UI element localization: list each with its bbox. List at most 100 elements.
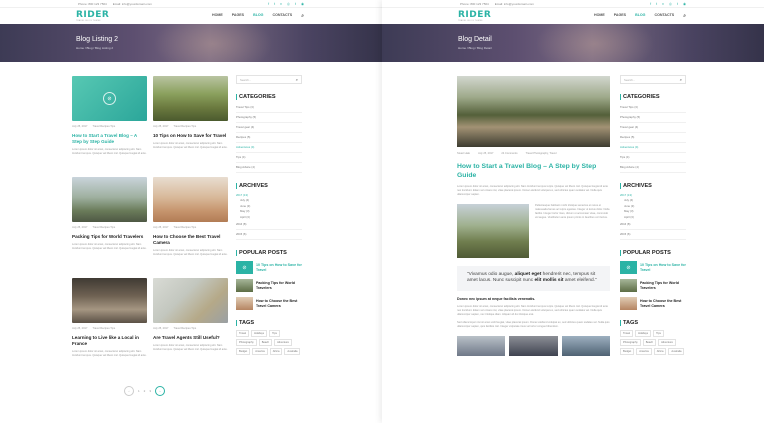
popular-post[interactable]: ⊘ 10 Tips on How to Save for Travel bbox=[620, 261, 686, 274]
tag[interactable]: Budget bbox=[236, 348, 251, 355]
menu-blog[interactable]: BLOG bbox=[635, 13, 645, 19]
popular-post[interactable]: How to Choose the Best Travel Camera bbox=[236, 297, 302, 310]
menu-home[interactable]: HOME bbox=[594, 13, 605, 19]
tumblr-icon[interactable]: t bbox=[677, 2, 678, 6]
popular-post[interactable]: ⊘ 10 Tips on How to Save for Travel bbox=[236, 261, 302, 274]
post-thumbnail[interactable] bbox=[153, 177, 228, 222]
post-card[interactable]: July 25, 2017 Travel Recipes Tips Packing… bbox=[72, 177, 147, 251]
post-thumbnail[interactable] bbox=[153, 76, 228, 121]
vimeo-icon[interactable]: v bbox=[662, 2, 664, 6]
tag[interactable]: Beach bbox=[258, 339, 273, 346]
category-item[interactable]: Tips (4) bbox=[236, 153, 302, 163]
tag[interactable]: Australia bbox=[284, 348, 301, 355]
tag[interactable]: Australia bbox=[668, 348, 685, 355]
breadcrumb[interactable]: Home / Blog / Blog Listing 2 bbox=[76, 46, 113, 50]
menu-home[interactable]: HOME bbox=[212, 13, 223, 19]
menu-contacts[interactable]: CONTACTS bbox=[654, 13, 674, 19]
menu-pages[interactable]: PAGES bbox=[614, 13, 626, 19]
article-category[interactable]: Travel Photography, Travel bbox=[526, 152, 557, 155]
menu-pages[interactable]: PAGES bbox=[232, 13, 244, 19]
logo[interactable]: RIDER TRAVEL BLOG THEME bbox=[76, 10, 109, 22]
tag[interactable]: Beach bbox=[642, 339, 657, 346]
tag[interactable]: America bbox=[636, 348, 652, 355]
post-title[interactable]: How to Choose the Best Travel Camera bbox=[153, 234, 228, 246]
post-card[interactable]: July 25, 2017 Travel Recipes Tips Learnin… bbox=[72, 278, 147, 358]
dribbble-icon[interactable]: ◉ bbox=[301, 2, 304, 6]
popular-post-title[interactable]: Packing Tips for World Travelers bbox=[640, 281, 686, 290]
post-thumbnail[interactable] bbox=[72, 177, 147, 222]
category-item[interactable]: Travel gear (4) bbox=[236, 123, 302, 133]
archive-item[interactable]: 2016 (8) bbox=[236, 220, 302, 230]
comments-count[interactable]: 24 Comments bbox=[501, 152, 517, 155]
post-thumbnail[interactable]: ⊘ bbox=[72, 76, 147, 121]
tag[interactable]: Tips bbox=[269, 330, 280, 337]
page-2[interactable]: 2 bbox=[144, 389, 146, 393]
search-icon[interactable]: ⌕ bbox=[683, 13, 686, 19]
post-title[interactable]: How to Start a Travel Blog – A Step by S… bbox=[72, 133, 147, 145]
gallery-image[interactable] bbox=[457, 335, 506, 356]
tag[interactable]: Africa bbox=[653, 348, 667, 355]
popular-post-title[interactable]: 10 Tips on How to Save for Travel bbox=[640, 263, 686, 272]
post-card[interactable]: July 25, 2017 Travel Recipes Tips How to … bbox=[153, 177, 228, 257]
popular-post-title[interactable]: Packing Tips for World Travelers bbox=[256, 281, 302, 290]
prev-page-button[interactable]: ‹ bbox=[124, 386, 134, 396]
popular-post-title[interactable]: How to Choose the Best Travel Camera bbox=[640, 299, 686, 308]
next-page-button[interactable]: › bbox=[155, 386, 166, 396]
tag[interactable]: Tips bbox=[653, 330, 664, 337]
popular-post-thumbnail[interactable] bbox=[236, 279, 253, 292]
popular-post-thumbnail[interactable] bbox=[236, 297, 253, 310]
category-item[interactable]: Blog Advice (4) bbox=[236, 163, 302, 173]
author[interactable]: Stuart Hale bbox=[457, 152, 470, 155]
post-title[interactable]: Are Travel Agents Still Useful? bbox=[153, 335, 228, 341]
logo[interactable]: RIDER TRAVEL BLOG THEME bbox=[458, 10, 491, 22]
tumblr-icon[interactable]: t bbox=[295, 2, 296, 6]
tag[interactable]: Budget bbox=[620, 348, 635, 355]
post-thumbnail[interactable] bbox=[153, 278, 228, 323]
category-item[interactable]: Travel Tips (3) bbox=[620, 103, 686, 113]
breadcrumb[interactable]: Home / Blog / Blog Detail bbox=[458, 46, 492, 50]
instagram-icon[interactable]: ◎ bbox=[669, 2, 672, 6]
tag[interactable]: Adventure bbox=[658, 339, 676, 346]
category-item[interactable]: Photography (5) bbox=[620, 113, 686, 123]
tag[interactable]: Photography bbox=[620, 339, 641, 346]
category-item[interactable]: Travel gear (4) bbox=[620, 123, 686, 133]
popular-post[interactable]: How to Choose the Best Travel Camera bbox=[620, 297, 686, 310]
facebook-icon[interactable]: f bbox=[650, 2, 651, 6]
tag[interactable]: Africa bbox=[269, 348, 283, 355]
post-title[interactable]: 10 Tips on How to Save for Travel bbox=[153, 133, 228, 139]
tag[interactable]: Adventure bbox=[274, 339, 292, 346]
category-item[interactable]: Recipes (5) bbox=[620, 133, 686, 143]
gallery-image[interactable] bbox=[561, 335, 610, 356]
twitter-icon[interactable]: t bbox=[656, 2, 657, 6]
post-card[interactable]: July 25, 2017 Travel Recipes Tips Are Tra… bbox=[153, 278, 228, 352]
gallery-image[interactable] bbox=[509, 335, 558, 356]
search-input[interactable]: Search... ⌕ bbox=[620, 75, 686, 84]
category-item[interactable]: Adventures (4) bbox=[236, 143, 302, 153]
facebook-icon[interactable]: f bbox=[268, 2, 269, 6]
category-item[interactable]: Blog Advice (4) bbox=[620, 163, 686, 173]
tag[interactable]: Photography bbox=[236, 339, 257, 346]
category-item[interactable]: Photography (5) bbox=[236, 113, 302, 123]
tag[interactable]: Holidays bbox=[251, 330, 268, 337]
menu-contacts[interactable]: CONTACTS bbox=[272, 13, 292, 19]
post-thumbnail[interactable] bbox=[72, 278, 147, 323]
popular-post-title[interactable]: How to Choose the Best Travel Camera bbox=[256, 299, 302, 308]
category-item[interactable]: Recipes (5) bbox=[236, 133, 302, 143]
dribbble-icon[interactable]: ◉ bbox=[683, 2, 686, 6]
popular-post-title[interactable]: 10 Tips on How to Save for Travel bbox=[256, 263, 302, 272]
menu-blog[interactable]: BLOG bbox=[253, 13, 263, 19]
page-1[interactable]: 1 bbox=[138, 389, 140, 393]
tag[interactable]: Travel bbox=[620, 330, 634, 337]
post-card[interactable]: July 25, 2017 Travel Recipes Tips 10 Tips… bbox=[153, 76, 228, 150]
post-card[interactable]: ⊘ July 25, 2017 Travel Recipes Tips How t… bbox=[72, 76, 147, 156]
category-item[interactable]: Adventures (4) bbox=[620, 143, 686, 153]
archive-item[interactable]: 2016 (8) bbox=[620, 220, 686, 230]
tag[interactable]: America bbox=[252, 348, 268, 355]
popular-post-thumbnail[interactable] bbox=[620, 297, 637, 310]
tag[interactable]: Travel bbox=[236, 330, 250, 337]
post-title[interactable]: Packing Tips for World Travelers bbox=[72, 234, 147, 240]
search-icon[interactable]: ⌕ bbox=[301, 13, 304, 19]
twitter-icon[interactable]: t bbox=[274, 2, 275, 6]
archive-item[interactable]: 2015 (6) bbox=[620, 230, 686, 240]
post-title[interactable]: Learning to Live like a Local in France bbox=[72, 335, 147, 347]
